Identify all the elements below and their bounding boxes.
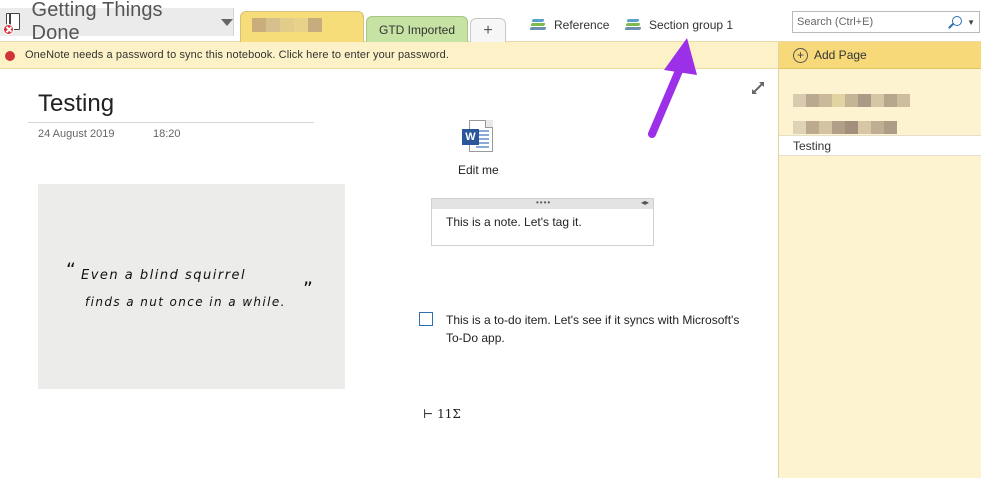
lock-warning-icon [4, 48, 18, 62]
section-group-1[interactable]: Section group 1 [624, 16, 734, 34]
svg-text:Even a blind squirrel: Even a blind squirrel [81, 268, 246, 283]
quote-image[interactable]: “ Even a blind squirrel finds a nut once… [38, 184, 345, 389]
notebook-title: Getting Things Done [31, 0, 163, 44]
page-item-testing[interactable]: Testing [779, 135, 981, 156]
add-page-button[interactable]: + Add Page [779, 42, 981, 69]
note-drag-handle[interactable]: •••• ◂▸ [432, 198, 653, 209]
top-bar: Getting Things Done GTD Imported + Refer… [0, 0, 981, 44]
search-icon[interactable] [947, 14, 963, 30]
drag-dots-icon: •••• [536, 198, 552, 207]
sync-password-notification[interactable]: OneNote needs a password to sync this no… [0, 42, 778, 69]
title-divider [28, 122, 314, 123]
todo-checkbox[interactable] [419, 312, 433, 326]
section-group-reference[interactable]: Reference [529, 16, 610, 34]
svg-text:finds a nut once in a while.: finds a nut once in a while. [85, 295, 286, 309]
page-title[interactable]: Testing [38, 90, 114, 118]
attachment-label[interactable]: Edit me [458, 163, 499, 177]
notebook-sync-error-icon [2, 10, 26, 35]
tab-gtd-imported[interactable]: GTD Imported [366, 16, 468, 42]
add-section-button[interactable]: + [470, 18, 506, 42]
expand-icon[interactable] [752, 82, 764, 94]
resize-arrows-icon[interactable]: ◂▸ [641, 198, 649, 207]
note-text[interactable]: This is a note. Let's tag it. [446, 215, 653, 229]
word-document-icon[interactable]: W [462, 120, 494, 154]
search-box[interactable]: Search (Ctrl+E) ▼ [792, 11, 980, 33]
chevron-down-icon[interactable]: ▼ [967, 18, 975, 27]
note-container[interactable]: •••• ◂▸ This is a note. Let's tag it. [431, 198, 654, 246]
section-group-label: Reference [554, 18, 610, 32]
svg-text:”: ” [303, 278, 313, 300]
page-time: 18:20 [153, 128, 181, 140]
page-item-obscured[interactable] [793, 121, 897, 134]
math-formula[interactable]: ⊢ 11Σ [423, 407, 461, 421]
tab-label: GTD Imported [378, 22, 456, 37]
search-input[interactable]: Search (Ctrl+E) [797, 16, 947, 28]
page-date: 24 August 2019 [38, 128, 115, 140]
tab-active-section[interactable] [240, 11, 364, 42]
add-page-label: Add Page [814, 48, 867, 62]
notebook-picker[interactable]: Getting Things Done [0, 0, 234, 44]
notification-text[interactable]: OneNote needs a password to sync this no… [25, 49, 449, 61]
page-list-pane: + Add Page Testing [778, 42, 981, 478]
quote-image-text: “ Even a blind squirrel finds a nut once… [66, 259, 313, 309]
page-item-label: Testing [793, 138, 832, 153]
page-item-obscured[interactable] [793, 94, 910, 107]
svg-text:“: “ [66, 259, 76, 281]
plus-icon: + [483, 21, 493, 39]
add-circle-icon: + [793, 47, 808, 63]
section-group-icon [624, 19, 643, 31]
section-group-icon [529, 19, 548, 31]
chevron-down-icon [221, 18, 233, 26]
todo-text[interactable]: This is a to-do item. Let's see if it sy… [446, 311, 756, 347]
section-group-label: Section group 1 [649, 18, 734, 32]
